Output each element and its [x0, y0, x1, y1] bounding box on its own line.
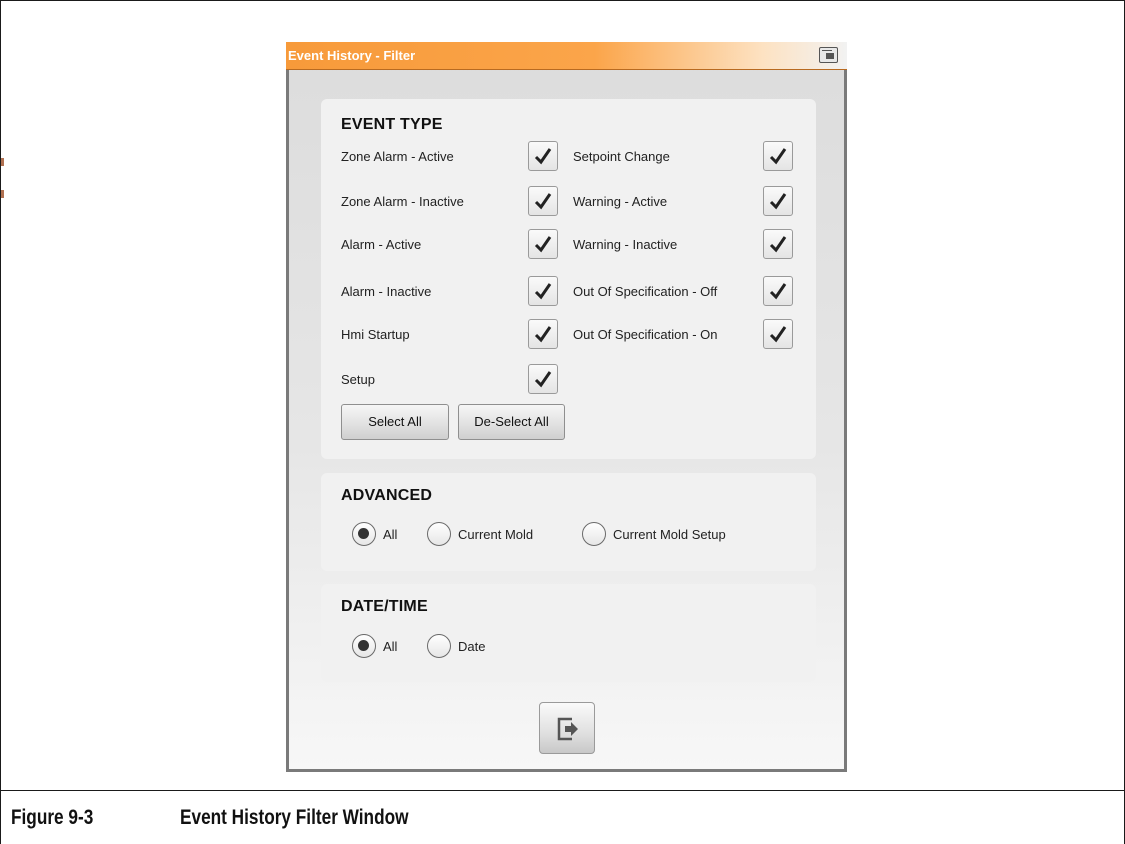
checkmark-icon: [534, 193, 552, 210]
window-restore-icon[interactable]: [819, 47, 838, 63]
event-type-panel: EVENT TYPE Zone Alarm - Active Zone Alar…: [321, 99, 816, 459]
page-border-left: [0, 0, 1, 844]
advanced-all-radio[interactable]: [352, 522, 376, 546]
advanced-option-label: Current Mold: [458, 527, 534, 542]
datetime-all-radio[interactable]: [352, 634, 376, 658]
setup-checkbox[interactable]: [528, 364, 558, 394]
datetime-option-label: All: [383, 639, 398, 654]
page-border-top: [0, 0, 1125, 1]
background-mark: [1, 190, 4, 198]
window-title: Event History - Filter: [288, 48, 416, 63]
out-of-specification-on-checkbox[interactable]: [763, 319, 793, 349]
deselect-all-button[interactable]: De-Select All: [458, 404, 565, 440]
title-bar: Event History - Filter: [286, 42, 847, 70]
setpoint-change-checkbox[interactable]: [763, 141, 793, 171]
event-type-label: Alarm - Active: [341, 237, 422, 252]
warning-active-checkbox[interactable]: [763, 186, 793, 216]
checkmark-icon: [534, 283, 552, 300]
event-type-label: Setup: [341, 372, 375, 387]
figure-number: Figure 9-3: [11, 806, 94, 829]
figure-title: Event History Filter Window: [180, 806, 409, 829]
zone-alarm-inactive-checkbox[interactable]: [528, 186, 558, 216]
checkmark-icon: [534, 326, 552, 343]
checkmark-icon: [534, 371, 552, 388]
datetime-option-label: Date: [458, 639, 486, 654]
advanced-current-mold-setup-radio[interactable]: [582, 522, 606, 546]
event-type-label: Hmi Startup: [341, 327, 410, 342]
exit-button[interactable]: [539, 702, 595, 754]
checkmark-icon: [534, 148, 552, 165]
alarm-inactive-checkbox[interactable]: [528, 276, 558, 306]
advanced-option-label: Current Mold Setup: [613, 527, 726, 542]
hmi-startup-checkbox[interactable]: [528, 319, 558, 349]
zone-alarm-active-checkbox[interactable]: [528, 141, 558, 171]
event-type-label: Warning - Active: [573, 194, 668, 209]
checkmark-icon: [769, 193, 787, 210]
advanced-option-label: All: [383, 527, 398, 542]
out-of-specification-off-checkbox[interactable]: [763, 276, 793, 306]
checkmark-icon: [769, 326, 787, 343]
event-type-label: Out Of Specification - Off: [573, 284, 718, 299]
caption-divider: [0, 790, 1125, 791]
event-type-label: Setpoint Change: [573, 149, 670, 164]
warning-inactive-checkbox[interactable]: [763, 229, 793, 259]
checkmark-icon: [769, 236, 787, 253]
event-type-label: Zone Alarm - Active: [341, 149, 454, 164]
select-all-button[interactable]: Select All: [341, 404, 449, 440]
advanced-current-mold-radio[interactable]: [427, 522, 451, 546]
exit-icon: [557, 717, 578, 741]
event-type-label: Out Of Specification - On: [573, 327, 718, 342]
datetime-panel: DATE/TIME All Date: [321, 584, 816, 682]
event-type-label: Warning - Inactive: [573, 237, 678, 252]
checkmark-icon: [534, 236, 552, 253]
datetime-heading: DATE/TIME: [341, 598, 428, 615]
event-type-heading: EVENT TYPE: [341, 116, 443, 133]
datetime-date-radio[interactable]: [427, 634, 451, 658]
background-mark: [1, 158, 4, 166]
advanced-panel: ADVANCED All Current Mold Current Mold S…: [321, 473, 816, 571]
checkmark-icon: [769, 283, 787, 300]
event-type-label: Zone Alarm - Inactive: [341, 194, 464, 209]
alarm-active-checkbox[interactable]: [528, 229, 558, 259]
event-type-label: Alarm - Inactive: [341, 284, 432, 299]
checkmark-icon: [769, 148, 787, 165]
event-history-filter-window: Event History - Filter EVENT TYPE Zone A…: [286, 42, 847, 772]
advanced-heading: ADVANCED: [341, 487, 433, 504]
